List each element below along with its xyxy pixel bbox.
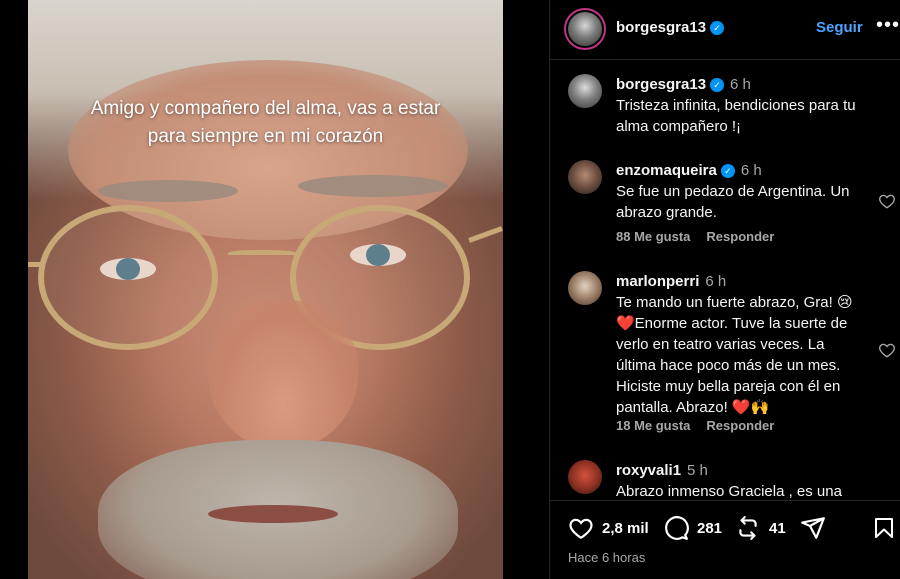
caption-text: Tristeza infinita, bendiciones para tu a… xyxy=(616,97,856,135)
media-area: Amigo y compañero del alma, vas a estar … xyxy=(0,0,549,579)
comment-meta: 88 Me gusta Responder xyxy=(616,229,790,244)
left-eye xyxy=(100,258,156,280)
reply-button[interactable]: Responder xyxy=(706,418,774,433)
caption-time: 6 h xyxy=(730,76,751,93)
nose xyxy=(208,300,358,450)
comment-username[interactable]: marlonperri xyxy=(616,273,699,290)
post-timestamp: Hace 6 horas xyxy=(568,550,646,565)
post-panel: borgesgra13 ✓ Seguir ••• borgesgra13 ✓ 6 h … xyxy=(549,0,900,579)
like-count: 2,8 mil xyxy=(602,519,649,537)
author-username[interactable]: borgesgra13 xyxy=(616,19,706,36)
comment-text: Te mando un fuerte abrazo, Gra! 😢 ❤️Enor… xyxy=(616,294,853,416)
repost-count: 41 xyxy=(769,519,786,537)
heart-icon[interactable] xyxy=(568,515,594,541)
verified-badge-icon: ✓ xyxy=(720,164,735,178)
comment-text: Se fue un pedazo de Argentina. Un abrazo… xyxy=(616,183,850,221)
heart-icon[interactable] xyxy=(878,192,896,210)
commenter-avatar[interactable] xyxy=(568,160,602,194)
comment-text: Abrazo inmenso Graciela , es una xyxy=(616,483,842,500)
verified-badge-icon: ✓ xyxy=(710,21,725,35)
comment-item: roxyvali1 5 h Abrazo inmenso Graciela , e… xyxy=(550,456,900,500)
commenter-avatar[interactable] xyxy=(568,460,602,494)
comment-username[interactable]: enzomaqueira xyxy=(616,162,717,179)
comment-time: 5 h xyxy=(687,462,708,479)
comment-text-block: marlonperri 6 h Te mando un fuerte abrazo… xyxy=(616,271,866,418)
author-avatar[interactable] xyxy=(564,8,606,50)
comment-text-block: roxyvali1 5 h Abrazo inmenso Graciela , e… xyxy=(616,460,866,500)
comment-action[interactable]: 281 xyxy=(663,515,722,541)
follow-button[interactable]: Seguir xyxy=(816,19,863,36)
comment-likes[interactable]: 18 Me gusta xyxy=(616,418,690,433)
right-eye xyxy=(350,244,406,266)
action-bar: 2,8 mil 281 41 Hace 6 horas xyxy=(550,500,900,579)
comment-likes[interactable]: 88 Me gusta xyxy=(616,229,690,244)
commenter-avatar[interactable] xyxy=(568,271,602,305)
share-icon[interactable] xyxy=(800,515,826,541)
caption-username[interactable]: borgesgra13 xyxy=(616,76,706,93)
bookmark-action[interactable] xyxy=(872,515,900,541)
post-header: borgesgra13 ✓ Seguir ••• xyxy=(550,0,900,60)
like-action[interactable]: 2,8 mil xyxy=(568,515,649,541)
repost-icon[interactable] xyxy=(735,515,761,541)
caption-text-block: borgesgra13 ✓ 6 h Tristeza infinita, bendi… xyxy=(616,74,886,137)
left-eyebrow xyxy=(98,180,238,202)
comment-count: 281 xyxy=(697,519,723,537)
left-temple xyxy=(28,262,40,267)
right-eyebrow xyxy=(298,175,448,197)
comment-username[interactable]: roxyvali1 xyxy=(616,462,681,479)
bookmark-icon[interactable] xyxy=(872,515,896,541)
mouth xyxy=(208,505,338,523)
author-name-row: borgesgra13 ✓ xyxy=(616,19,725,37)
reply-button[interactable]: Responder xyxy=(706,229,774,244)
glasses-bridge xyxy=(228,250,296,258)
comment-time: 6 h xyxy=(705,273,727,290)
comment-time: 6 h xyxy=(740,162,762,179)
post-image[interactable]: Amigo y compañero del alma, vas a estar … xyxy=(28,0,503,579)
share-action[interactable] xyxy=(800,515,834,541)
story-caption: Amigo y compañero del alma, vas a estar … xyxy=(90,98,441,147)
heart-icon[interactable] xyxy=(878,341,896,359)
author-avatar-small[interactable] xyxy=(568,74,602,108)
repost-action[interactable]: 41 xyxy=(735,515,786,541)
right-temple xyxy=(468,226,503,243)
comment-icon[interactable] xyxy=(663,515,689,541)
comment-text-block: enzomaqueira ✓ 6 h Se fue un pedazo de Arg… xyxy=(616,160,866,223)
verified-badge-icon: ✓ xyxy=(710,78,725,92)
comment-meta: 18 Me gusta Responder xyxy=(616,418,790,433)
more-options-icon[interactable]: ••• xyxy=(876,14,900,37)
